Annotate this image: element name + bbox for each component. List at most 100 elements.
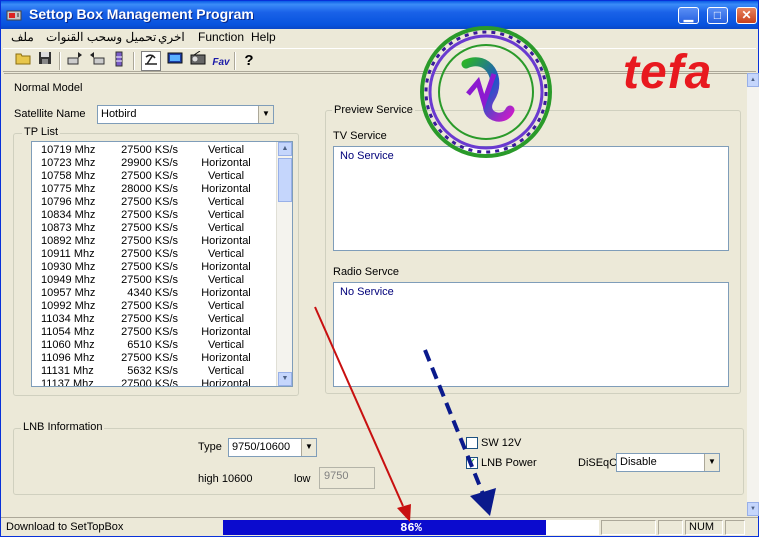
lnb-type-select[interactable]: 9750/10600 ▼ <box>228 438 317 457</box>
tp-frequency: 10834 Mhz <box>41 209 96 221</box>
toolbar-separator <box>133 52 135 70</box>
tp-list-row[interactable]: 10892 Mhz 27500 KS/s Horizontal <box>32 235 280 248</box>
tp-list-row[interactable]: 10873 Mhz 27500 KS/s Vertical <box>32 222 280 235</box>
tp-list[interactable]: 10719 Mhz 27500 KS/s Vertical 10723 Mhz 2990… <box>31 141 293 387</box>
tp-list-row[interactable]: 10992 Mhz 27500 KS/s Vertical <box>32 300 280 313</box>
tp-list-row[interactable]: 11096 Mhz 27500 KS/s Horizontal <box>32 352 280 365</box>
tp-symbol-rate: 27500 KS/s <box>121 235 178 247</box>
menu-file-arabic[interactable]: ملف <box>11 30 34 44</box>
minimize-button[interactable]: ▁ <box>678 7 699 24</box>
help-icon: ? <box>244 52 254 69</box>
tp-frequency: 10775 Mhz <box>41 183 96 195</box>
tp-list-row[interactable]: 11131 Mhz 5632 KS/s Vertical <box>32 365 280 378</box>
upload-button[interactable] <box>65 51 85 71</box>
tp-list-row[interactable]: 10930 Mhz 27500 KS/s Horizontal <box>32 261 280 274</box>
app-icon <box>6 10 22 21</box>
tp-list-row[interactable]: 10834 Mhz 27500 KS/s Vertical <box>32 209 280 222</box>
lnb-type-value: 9750/10600 <box>232 441 291 453</box>
tp-list-row[interactable]: 10957 Mhz 4340 KS/s Horizontal <box>32 287 280 300</box>
tp-list-row[interactable]: 10796 Mhz 27500 KS/s Vertical <box>32 196 280 209</box>
tp-polarization: Vertical <box>207 209 245 221</box>
tp-polarization: Vertical <box>207 170 245 182</box>
satellite-name-label: Satellite Name <box>14 108 86 120</box>
radio-service-label: Radio Servce <box>333 266 400 278</box>
tp-list-row[interactable]: 10949 Mhz 27500 KS/s Vertical <box>32 274 280 287</box>
lnb-high-label: high 10600 <box>198 473 253 485</box>
lnb-power-label: LNB Power <box>481 457 537 469</box>
tp-list-row[interactable]: 11034 Mhz 27500 KS/s Vertical <box>32 313 280 326</box>
download-button[interactable] <box>87 51 107 71</box>
help-button[interactable]: ? <box>239 51 259 71</box>
close-button[interactable]: ✕ <box>736 7 757 24</box>
tv-button[interactable] <box>165 51 185 71</box>
tp-list-row[interactable]: 10719 Mhz 27500 KS/s Vertical <box>32 144 280 157</box>
favorites-button[interactable]: Fav <box>211 51 231 71</box>
tp-frequency: 10719 Mhz <box>41 144 96 156</box>
check-icon: ✓ <box>467 457 477 468</box>
main-panel: Normal Model Satellite Name Hotbird ▼ TP… <box>4 73 747 516</box>
tp-frequency: 10873 Mhz <box>41 222 96 234</box>
tp-frequency: 10992 Mhz <box>41 300 96 312</box>
maximize-button[interactable]: □ <box>707 7 728 24</box>
tp-polarization: Horizontal <box>201 326 251 338</box>
open-button[interactable] <box>13 51 33 71</box>
tp-polarization: Horizontal <box>201 352 251 364</box>
diseqc-select[interactable]: Disable ▼ <box>616 453 720 472</box>
tp-frequency: 11054 Mhz <box>41 326 95 338</box>
tv-icon <box>167 52 183 64</box>
scroll-down-icon[interactable]: ▼ <box>278 372 292 386</box>
menu-function[interactable]: Function <box>198 30 244 44</box>
scroll-up-icon[interactable]: ▲ <box>747 73 759 87</box>
model-label: Normal Model <box>14 82 83 94</box>
chevron-down-icon[interactable]: ▼ <box>258 106 273 123</box>
tp-symbol-rate: 27500 KS/s <box>121 144 178 156</box>
radio-button[interactable] <box>188 50 208 71</box>
num-lock-indicator: NUM <box>685 520 723 535</box>
tp-symbol-rate: 4340 KS/s <box>127 287 178 299</box>
tp-list-row[interactable]: 10723 Mhz 29900 KS/s Horizontal <box>32 157 280 170</box>
tp-polarization: Horizontal <box>201 378 251 387</box>
tp-list-row[interactable]: 11137 Mhz 27500 KS/s Horizontal <box>32 378 280 387</box>
scroll-down-icon[interactable]: ▼ <box>747 502 759 516</box>
tp-polarization: Horizontal <box>201 287 251 299</box>
tp-polarization: Vertical <box>207 313 245 325</box>
scroll-up-icon[interactable]: ▲ <box>278 142 292 156</box>
tp-polarization: Vertical <box>207 248 245 260</box>
tp-list-title: TP List <box>22 126 61 138</box>
receiver-button[interactable] <box>109 51 129 71</box>
radio-service-box[interactable]: No Service <box>333 282 729 387</box>
sw12v-checkbox[interactable] <box>466 437 478 449</box>
scroll-thumb[interactable] <box>278 158 292 202</box>
lnb-low-label: low <box>294 473 311 485</box>
lnb-low-field[interactable]: 9750 <box>319 467 375 489</box>
status-pane <box>725 520 745 535</box>
satellite-select[interactable]: Hotbird ▼ <box>97 105 274 124</box>
satellite-button[interactable] <box>141 51 161 71</box>
chevron-down-icon[interactable]: ▼ <box>704 454 719 471</box>
tv-service-box[interactable]: No Service <box>333 146 729 251</box>
tp-polarization: Horizontal <box>201 183 251 195</box>
tp-symbol-rate: 27500 KS/s <box>121 378 178 387</box>
main-scrollbar[interactable]: ▲ ▼ <box>747 73 759 516</box>
tp-polarization: Vertical <box>207 339 245 351</box>
title-bar[interactable]: Settop Box Management Program ▁ □ ✕ <box>1 1 758 29</box>
tp-symbol-rate: 27500 KS/s <box>121 222 178 234</box>
menu-channel-transfer[interactable]: تحميل وسحب القنوات <box>46 30 156 44</box>
tp-frequency: 11131 Mhz <box>41 365 94 377</box>
save-button[interactable] <box>35 51 55 71</box>
menu-help[interactable]: Help <box>251 30 276 44</box>
tp-list-row[interactable]: 10758 Mhz 27500 KS/s Vertical <box>32 170 280 183</box>
tp-list-row[interactable]: 10911 Mhz 27500 KS/s Vertical <box>32 248 280 261</box>
tp-list-row[interactable]: 10775 Mhz 28000 KS/s Horizontal <box>32 183 280 196</box>
tv-service-label: TV Service <box>333 130 387 142</box>
tp-list-row[interactable]: 11060 Mhz 6510 KS/s Vertical <box>32 339 280 352</box>
lnb-power-checkbox[interactable]: ✓ <box>466 457 478 469</box>
diseqc-label: DiSEqC <box>578 457 618 469</box>
menu-other[interactable]: اخري <box>158 30 185 44</box>
tp-symbol-rate: 27500 KS/s <box>121 170 178 182</box>
tp-list-row[interactable]: 11054 Mhz 27500 KS/s Horizontal <box>32 326 280 339</box>
sw12v-label: SW 12V <box>481 437 522 449</box>
tp-list-scrollbar[interactable]: ▲ ▼ <box>276 142 292 386</box>
status-text: Download to SetTopBox <box>6 521 124 533</box>
chevron-down-icon[interactable]: ▼ <box>301 439 316 456</box>
